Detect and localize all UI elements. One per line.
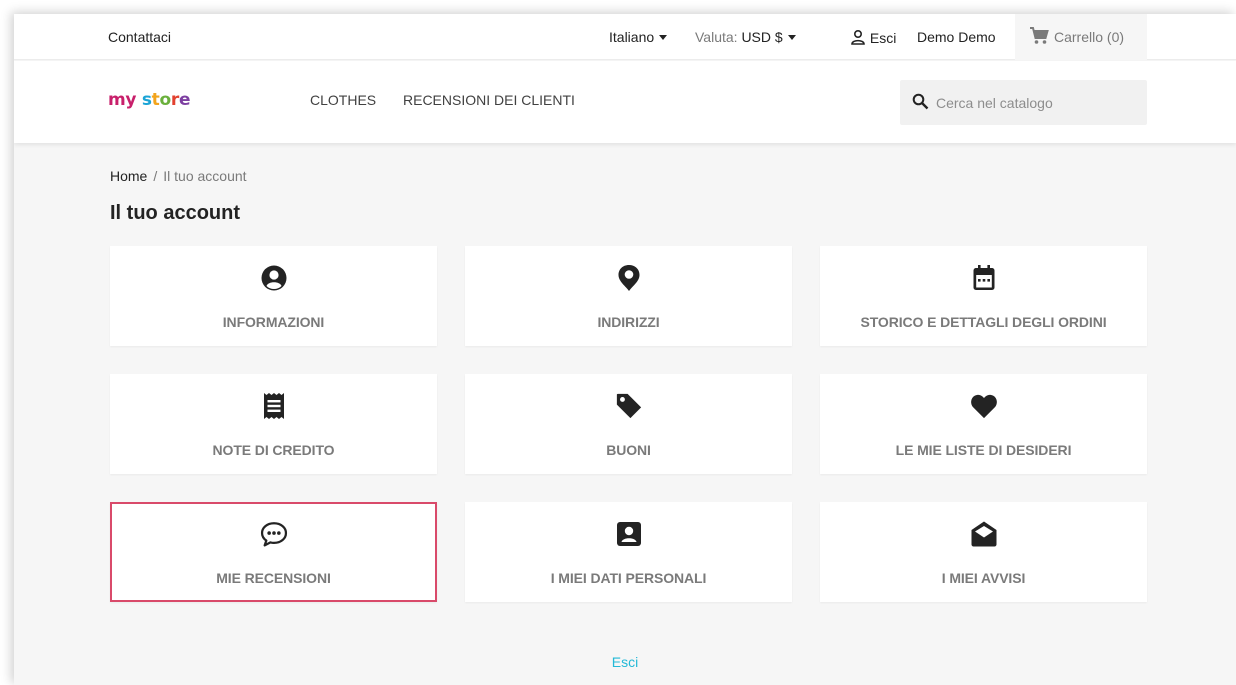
tile-miei-avvisi[interactable]: I miei avvisi bbox=[820, 502, 1147, 602]
currency-label: Valuta: bbox=[695, 29, 738, 45]
tile-label: Note di credito bbox=[212, 442, 335, 458]
tile-liste-desideri[interactable]: Le mie liste di desideri bbox=[820, 374, 1147, 474]
tile-indirizzi[interactable]: Indirizzi bbox=[465, 246, 792, 346]
top-bar: Contattaci Italiano Valuta: USD $ Esci D… bbox=[14, 14, 1236, 60]
breadcrumb: Home / Il tuo account bbox=[110, 168, 247, 184]
currency-selector[interactable]: Valuta: USD $ bbox=[695, 29, 796, 45]
search-box bbox=[900, 80, 1147, 125]
site-header: my store Clothes Recensioni dei clienti bbox=[14, 61, 1236, 143]
tile-label: I miei dati personali bbox=[550, 570, 707, 586]
calendar-icon bbox=[970, 264, 998, 292]
tile-mie-recensioni[interactable]: Mie recensioni bbox=[110, 502, 437, 602]
comment-icon bbox=[260, 520, 288, 548]
breadcrumb-home[interactable]: Home bbox=[110, 168, 147, 184]
signout-label: Esci bbox=[869, 30, 897, 46]
language-label: Italiano bbox=[609, 29, 655, 45]
tile-note-di-credito[interactable]: Note di credito bbox=[110, 374, 437, 474]
receipt-icon bbox=[260, 392, 288, 420]
logo-letter: e bbox=[178, 90, 191, 110]
chevron-down-icon bbox=[659, 34, 668, 40]
contact-link[interactable]: Contattaci bbox=[108, 29, 171, 45]
contact-card-icon bbox=[615, 520, 643, 548]
cart-button[interactable]: Carrello (0) bbox=[1015, 14, 1147, 60]
page-title: Il tuo account bbox=[110, 202, 240, 224]
search-icon[interactable] bbox=[912, 93, 929, 110]
signout-link[interactable]: Esci bbox=[850, 29, 896, 46]
logout-link[interactable]: Esci bbox=[14, 654, 1236, 670]
tile-label: Buoni bbox=[606, 442, 651, 458]
tile-informazioni[interactable]: Informazioni bbox=[110, 246, 437, 346]
heart-icon bbox=[970, 392, 998, 420]
map-pin-icon bbox=[615, 264, 643, 292]
currency-value: USD $ bbox=[741, 29, 783, 45]
shopping-cart-icon bbox=[1030, 27, 1049, 44]
nav-reviews[interactable]: Recensioni dei clienti bbox=[403, 92, 575, 108]
tile-label: Storico e dettagli degli ordini bbox=[860, 314, 1107, 330]
user-outline-icon bbox=[851, 29, 865, 45]
logo-letter: r bbox=[170, 90, 179, 110]
tag-icon bbox=[615, 392, 643, 420]
tile-label: I miei avvisi bbox=[941, 570, 1026, 586]
browser-viewport: Contattaci Italiano Valuta: USD $ Esci D… bbox=[14, 14, 1236, 685]
tile-label: Mie recensioni bbox=[216, 570, 331, 586]
tile-label: Indirizzi bbox=[597, 314, 660, 330]
tile-label: Le mie liste di desideri bbox=[895, 442, 1072, 458]
breadcrumb-separator: / bbox=[153, 168, 158, 184]
logo-letter: o bbox=[159, 90, 171, 110]
user-circle-icon bbox=[260, 264, 288, 292]
logo-letter: my bbox=[108, 90, 137, 110]
cart-label: Carrello (0) bbox=[1054, 29, 1125, 45]
tile-storico-ordini[interactable]: Storico e dettagli degli ordini bbox=[820, 246, 1147, 346]
chevron-down-icon bbox=[787, 34, 796, 40]
search-input[interactable] bbox=[936, 80, 1136, 125]
tile-label: Informazioni bbox=[222, 314, 325, 330]
breadcrumb-current: Il tuo account bbox=[163, 168, 247, 184]
tile-buoni[interactable]: Buoni bbox=[465, 374, 792, 474]
logo-letter: s bbox=[141, 90, 152, 110]
account-link[interactable]: Demo Demo bbox=[917, 29, 996, 45]
nav-clothes[interactable]: Clothes bbox=[310, 92, 376, 108]
store-logo[interactable]: my store bbox=[108, 90, 191, 110]
language-selector[interactable]: Italiano bbox=[609, 29, 668, 45]
envelope-open-icon bbox=[970, 520, 998, 548]
tile-dati-personali[interactable]: I miei dati personali bbox=[465, 502, 792, 602]
